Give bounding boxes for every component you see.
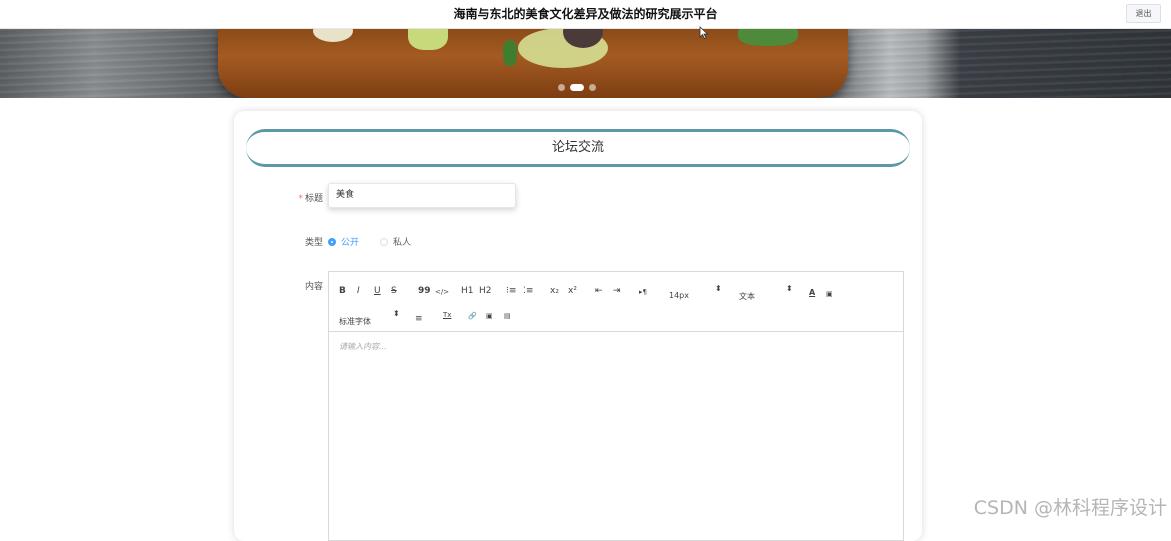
indent-decrease-button[interactable]: ⇤	[595, 285, 603, 297]
carousel-dot[interactable]	[589, 83, 596, 91]
radio-circle	[328, 237, 336, 246]
align-button[interactable]: ≡	[415, 313, 423, 325]
card-title: 论坛交流	[246, 129, 910, 167]
rich-text-editor: B I U S 99 </> H1 H2 ⁝≡ ⁚≡ x₂ x² ⇤ ⇥ ▸¶ …	[328, 271, 904, 541]
type-radio-public[interactable]: 公开	[328, 235, 359, 248]
banner-topping	[738, 28, 798, 46]
font-family-picker[interactable]: 标准字体	[339, 316, 371, 327]
editor-placeholder[interactable]: 请输入内容...	[339, 341, 387, 352]
radio-circle	[380, 237, 388, 246]
header-caret-icon[interactable]: ⬍	[786, 284, 793, 293]
font-size-picker[interactable]: 14px	[669, 291, 689, 300]
title-label: * 标题	[290, 191, 323, 204]
header-picker[interactable]: 文本	[739, 291, 755, 302]
image-button[interactable]: ▣	[486, 310, 493, 322]
strike-button[interactable]: S	[391, 285, 397, 297]
font-family-caret-icon[interactable]: ⬍	[393, 309, 400, 318]
clean-format-button[interactable]: Tx	[443, 309, 451, 321]
background-color-button[interactable]: ▣	[826, 288, 833, 300]
mouse-cursor-icon	[699, 26, 709, 40]
superscript-button[interactable]: x²	[568, 285, 577, 297]
header1-button[interactable]: H1	[461, 285, 474, 297]
code-block-button[interactable]: </>	[435, 286, 449, 298]
watermark: CSDN @林科程序设计	[973, 497, 1167, 519]
carousel-indicators	[558, 83, 596, 91]
link-button[interactable]: 🔗	[468, 310, 477, 322]
bullet-list-button[interactable]: ⁚≡	[523, 285, 533, 297]
banner-food-image	[218, 28, 848, 98]
title-label-text: 标题	[304, 194, 323, 204]
site-title: 海南与东北的美食文化差异及做法的研究展示平台	[453, 7, 718, 21]
header2-button[interactable]: H2	[479, 285, 492, 297]
type-radio-private[interactable]: 私人	[380, 235, 411, 248]
carousel-dot[interactable]	[558, 83, 565, 91]
font-size-caret-icon[interactable]: ⬍	[715, 284, 722, 293]
video-button[interactable]: ▤	[504, 310, 511, 322]
type-radio-public-label: 公开	[341, 238, 360, 248]
banner-carousel[interactable]	[0, 28, 1171, 98]
banner-topping	[503, 40, 517, 66]
required-mark: *	[298, 194, 303, 204]
top-bar: 海南与东北的美食文化差异及做法的研究展示平台 退出	[0, 0, 1171, 29]
title-input[interactable]: 美食	[328, 183, 516, 208]
bold-button[interactable]: B	[339, 285, 346, 297]
type-radio-private-label: 私人	[393, 238, 412, 248]
header-picker-value: 文本	[739, 292, 755, 301]
logout-button[interactable]: 退出	[1126, 4, 1161, 23]
blockquote-button[interactable]: 99	[418, 285, 431, 297]
indent-increase-button[interactable]: ⇥	[613, 285, 621, 297]
text-color-button[interactable]: A	[809, 287, 815, 299]
banner-topping	[313, 28, 353, 42]
banner-topping	[408, 28, 448, 50]
editor-toolbar: B I U S 99 </> H1 H2 ⁝≡ ⁚≡ x₂ x² ⇤ ⇥ ▸¶ …	[329, 272, 903, 332]
content-label: 内容	[304, 282, 323, 292]
carousel-dot-active[interactable]	[570, 83, 584, 91]
underline-button[interactable]: U	[374, 285, 381, 297]
font-size-value: 14px	[669, 291, 689, 300]
ordered-list-button[interactable]: ⁝≡	[506, 285, 516, 297]
text-direction-button[interactable]: ▸¶	[639, 286, 647, 298]
type-label: 类型	[304, 238, 323, 248]
italic-button[interactable]: I	[357, 285, 360, 297]
font-family-value: 标准字体	[339, 317, 371, 326]
subscript-button[interactable]: x₂	[550, 285, 559, 297]
